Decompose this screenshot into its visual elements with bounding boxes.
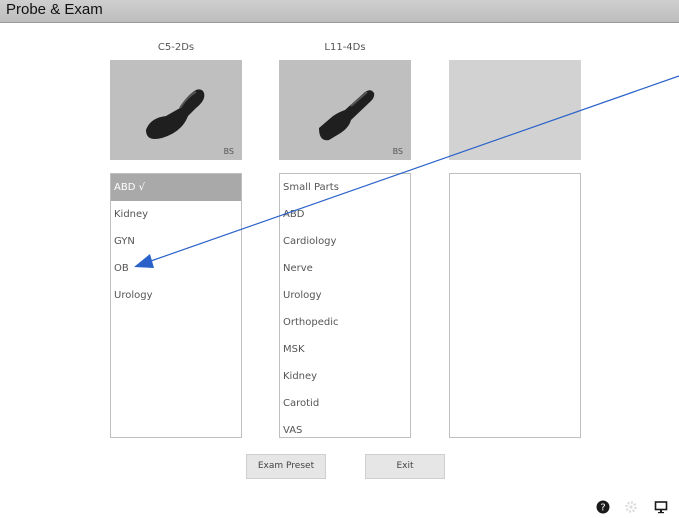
exam-item-nerve[interactable]: Nerve (280, 255, 410, 282)
probe-badge: BS (223, 147, 234, 156)
exam-item-abd[interactable]: ABD (280, 201, 410, 228)
exam-item-gyn[interactable]: GYN (111, 228, 241, 255)
convex-probe-icon (146, 89, 205, 139)
probe-image-l11-4ds[interactable]: BS (279, 60, 411, 160)
status-bar: ? (589, 500, 679, 516)
exam-item-vas[interactable]: VAS (280, 417, 410, 444)
monitor-icon[interactable] (653, 500, 669, 516)
window-title: Probe & Exam (6, 1, 103, 18)
exam-item-carotid[interactable]: Carotid (280, 390, 410, 417)
exam-item-kidney[interactable]: Kidney (111, 201, 241, 228)
exam-preset-button[interactable]: Exam Preset (246, 454, 326, 479)
settings-icon[interactable] (623, 500, 639, 516)
svg-text:?: ? (600, 503, 605, 514)
probe-image-empty[interactable] (449, 60, 581, 160)
exam-item-kidney[interactable]: Kidney (280, 363, 410, 390)
exam-item-small-parts[interactable]: Small Parts (280, 174, 410, 201)
exam-item-orthopedic[interactable]: Orthopedic (280, 309, 410, 336)
exam-list-empty (449, 173, 581, 438)
exam-item-cardiology[interactable]: Cardiology (280, 228, 410, 255)
exam-item-urology[interactable]: Urology (111, 282, 241, 309)
exam-list-l11-4ds: Small Parts ABD Cardiology Nerve Urology… (279, 173, 411, 438)
title-bar: Probe & Exam (0, 0, 679, 23)
probe-name: C5-2Ds (157, 42, 195, 53)
probe-image-c5-2ds[interactable]: BS (110, 60, 242, 160)
linear-probe-icon (319, 90, 375, 141)
exam-item-ob[interactable]: OB (111, 255, 241, 282)
help-icon[interactable]: ? (595, 500, 611, 516)
exam-list-c5-2ds: ABD √ Kidney GYN OB Urology (110, 173, 242, 438)
exam-item-urology[interactable]: Urology (280, 282, 410, 309)
exam-item-abd[interactable]: ABD √ (111, 174, 241, 201)
exam-item-msk[interactable]: MSK (280, 336, 410, 363)
exit-button[interactable]: Exit (365, 454, 445, 479)
probe-badge: BS (392, 147, 403, 156)
probe-name: L11-4Ds (324, 42, 366, 53)
